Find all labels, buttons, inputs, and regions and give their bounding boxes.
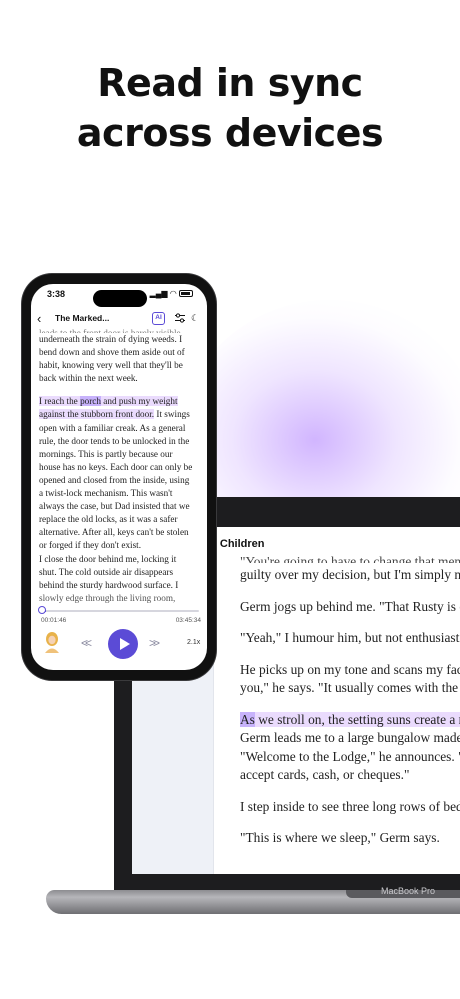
skip-forward-icon[interactable]: >> bbox=[149, 636, 160, 650]
text-line: I close the door behind me, locking it bbox=[39, 553, 177, 564]
phone-frame: 3:38 ▂▄▆ ◠ ‹ The Marked... AI ☾ leads to… bbox=[22, 274, 216, 680]
laptop-reader-text: "You're going to have to change that men… bbox=[240, 553, 460, 861]
text-line: a twist-lock mechanism. This wasn't bbox=[39, 488, 173, 499]
laptop-highlighted-paragraph: As we stroll on, the setting suns create… bbox=[240, 711, 460, 730]
highlight-part: and push my weight bbox=[100, 396, 178, 407]
ai-icon[interactable]: AI bbox=[152, 312, 165, 325]
text-line: slowly edge through the living room, bbox=[39, 592, 176, 603]
text-line: alternative. After all, keys can't be st… bbox=[39, 527, 189, 538]
headline-line-2: across devices bbox=[76, 111, 384, 155]
highlight-part: against the stubborn front door. bbox=[39, 409, 155, 420]
play-button[interactable] bbox=[108, 629, 138, 659]
text-line: replace the old locks, as it was a safer bbox=[39, 514, 178, 525]
headline-line-1: Read in sync bbox=[97, 61, 363, 105]
laptop-paragraph: guilty over my decision, but I'm simply … bbox=[240, 567, 460, 582]
laptop-highlight-rest: we stroll on, the setting suns create a … bbox=[254, 711, 460, 727]
highlighted-word: porch bbox=[80, 396, 101, 407]
status-time: 3:38 bbox=[47, 289, 66, 299]
text-line: habit, knowing very well that they'll be bbox=[39, 360, 183, 371]
playback-speed[interactable]: 2.1x bbox=[187, 639, 200, 646]
laptop-paragraph: "You're going to have to change that men… bbox=[240, 554, 460, 563]
text-line: underneath the strain of dying weeds. I bbox=[39, 334, 183, 344]
laptop-highlighted-line: As we stroll on, the setting suns create… bbox=[240, 711, 460, 727]
text-line: opened and closed from the inside, using bbox=[39, 474, 190, 485]
laptop-paragraph: "Welcome to the Lodge," he announces. " bbox=[240, 748, 460, 764]
laptop-paragraph: "This is where we sleep," Germ says. bbox=[240, 830, 440, 845]
wifi-icon: ◠ bbox=[169, 289, 177, 298]
progress-bar[interactable] bbox=[43, 610, 199, 612]
status-icons: ▂▄▆ ◠ bbox=[150, 289, 193, 298]
text-line: behind the sturdy hardwood surface. I bbox=[39, 579, 179, 590]
laptop-paragraph: accept cards, cash, or cheques." bbox=[240, 767, 410, 782]
laptop-paragraph: "Yeah," I humour him, but not enthusiast… bbox=[240, 630, 460, 645]
highlight-part: I reach the bbox=[39, 396, 81, 407]
laptop-paragraph: you," he says. "It usually comes with th… bbox=[240, 680, 460, 695]
back-chevron-icon[interactable]: ‹ bbox=[37, 312, 41, 326]
phone-reader-text: leads to the front door is barely visibl… bbox=[39, 327, 202, 607]
headline: Read in sync across devices bbox=[0, 58, 460, 158]
text-line: or forged if they don't exist. bbox=[39, 540, 142, 551]
laptop-brand-label: MacBook Pro bbox=[381, 886, 436, 896]
laptop-paragraph: He picks up on my tone and scans my face… bbox=[240, 661, 460, 677]
narrator-avatar[interactable] bbox=[43, 631, 61, 653]
text-line: shut. The cold outside air disappears bbox=[39, 566, 174, 577]
text-line: bend down and shove them aside out of bbox=[39, 347, 185, 358]
text-line: rule, the door tends to be unlocked in t… bbox=[39, 435, 190, 446]
highlighted-line: I reach the porch and push my weight bbox=[39, 395, 202, 408]
text-line: open with a familiar creak. As a general bbox=[39, 422, 186, 433]
laptop-paragraph: Germ leads me to a large bungalow made bbox=[240, 730, 460, 745]
laptop-paragraph: I step inside to see three long rows of … bbox=[240, 798, 460, 814]
book-title: The Marked... bbox=[55, 313, 110, 323]
settings-sliders-icon[interactable] bbox=[174, 312, 186, 324]
text-line: always the case, but Dad insisted that w… bbox=[39, 501, 190, 512]
text-line: house has no keys. Each door can only be bbox=[39, 461, 193, 472]
skip-back-icon[interactable]: << bbox=[81, 636, 92, 650]
elapsed-time: 00:01:46 bbox=[41, 617, 67, 624]
text-part: It swings bbox=[154, 409, 190, 420]
dynamic-island bbox=[93, 290, 147, 307]
laptop-highlighted-word: As bbox=[240, 711, 255, 727]
laptop-paragraph: Germ jogs up behind me. "That Rusty is q… bbox=[240, 598, 460, 614]
remaining-time: 03:45:34 bbox=[175, 617, 201, 624]
phone-screen: 3:38 ▂▄▆ ◠ ‹ The Marked... AI ☾ leads to… bbox=[31, 284, 207, 670]
progress-knob[interactable] bbox=[38, 606, 46, 614]
text-line: mornings. This is partly because our bbox=[39, 448, 173, 459]
text-line: back within the next week. bbox=[39, 373, 138, 384]
battery-icon bbox=[179, 290, 193, 297]
signal-icon: ▂▄▆ bbox=[149, 289, 168, 298]
highlighted-line: against the stubborn front door. It swin… bbox=[39, 408, 202, 421]
moon-icon[interactable]: ☾ bbox=[191, 312, 199, 324]
